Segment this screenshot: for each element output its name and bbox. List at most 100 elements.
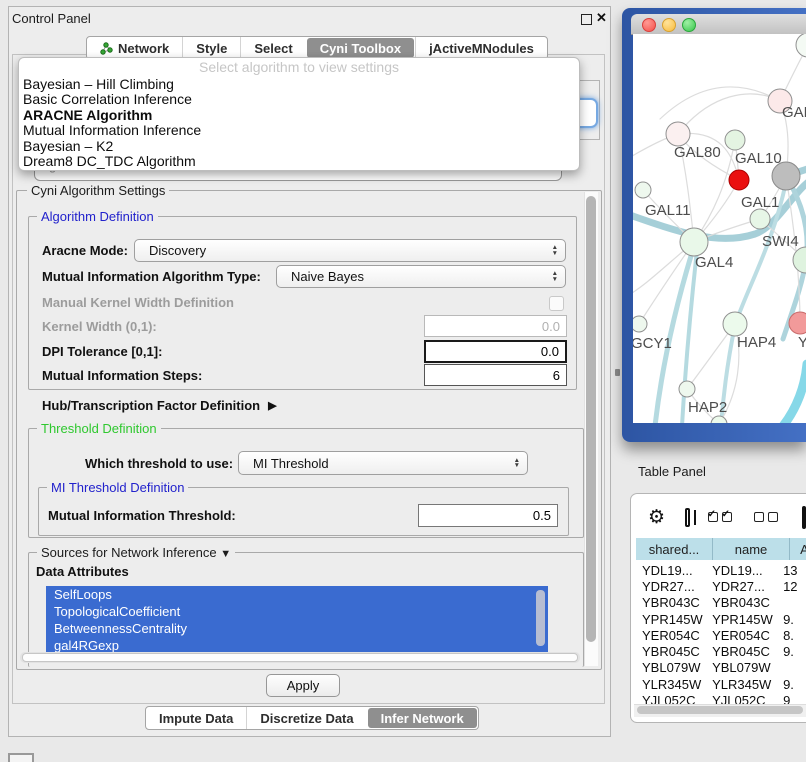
float-window-icon[interactable] bbox=[581, 14, 592, 25]
mi-steps-input[interactable]: 6 bbox=[424, 364, 567, 386]
network-node-gal10[interactable] bbox=[725, 130, 745, 150]
dropdown-item[interactable]: Mutual Information Inference bbox=[19, 123, 579, 138]
table-row[interactable]: YBR043CYBR043C bbox=[636, 595, 806, 611]
close-icon[interactable]: ✕ bbox=[596, 10, 607, 26]
table-hscrollbar-thumb[interactable] bbox=[637, 706, 803, 714]
tab-label: Discretize Data bbox=[260, 711, 353, 726]
network-node-hap4[interactable] bbox=[723, 312, 747, 336]
node-label: GAL bbox=[782, 104, 806, 121]
tab-jactivemnodules[interactable]: jActiveMNodules bbox=[415, 37, 547, 59]
threshold-definition-title: Threshold Definition bbox=[37, 421, 161, 436]
docked-window-icon[interactable] bbox=[8, 753, 34, 762]
network-canvas[interactable]: GALGAL80GAL10GAL11GAL1GAL4SWI4GCY1HAP4YH… bbox=[633, 34, 806, 423]
dropdown-item-list: Bayesian – Hill ClimbingBasic Correlatio… bbox=[19, 77, 579, 169]
node-label: GAL11 bbox=[645, 202, 691, 219]
network-node-gal11[interactable] bbox=[635, 182, 651, 198]
file-icon[interactable] bbox=[802, 506, 806, 529]
dropdown-placeholder: Select algorithm to view settings bbox=[19, 58, 579, 77]
column-header[interactable]: shared... bbox=[636, 538, 713, 560]
dropdown-item[interactable]: ARACNE Algorithm bbox=[19, 108, 579, 123]
cyni-settings-group-title: Cyni Algorithm Settings bbox=[27, 183, 169, 198]
column-header[interactable]: A bbox=[790, 538, 806, 560]
network-node-gal1[interactable] bbox=[750, 209, 770, 229]
which-threshold-value: MI Threshold bbox=[253, 456, 329, 471]
network-node-y[interactable] bbox=[789, 312, 806, 334]
hub-definition-toggle[interactable]: Hub/Transcription Factor Definition ▶ bbox=[42, 396, 277, 414]
settings-hscrollbar-thumb[interactable] bbox=[22, 653, 578, 662]
node-label: SWI4 bbox=[762, 233, 799, 250]
network-node[interactable] bbox=[711, 416, 727, 423]
mi-threshold-input[interactable]: 0.5 bbox=[418, 504, 558, 527]
bottom-tab-impute-data[interactable]: Impute Data bbox=[146, 707, 246, 729]
deselect-all-icon[interactable] bbox=[754, 512, 782, 522]
network-node[interactable] bbox=[729, 170, 749, 190]
table-cell: YPR145W bbox=[636, 612, 707, 627]
sources-group-title[interactable]: Sources for Network Inference ▼ bbox=[37, 545, 235, 560]
bottom-tab-discretize-data[interactable]: Discretize Data bbox=[246, 707, 366, 729]
table-cell: YBL079W bbox=[636, 660, 707, 675]
network-node[interactable] bbox=[796, 34, 806, 57]
tab-cyni-toolbox[interactable]: Cyni Toolbox bbox=[307, 38, 414, 58]
network-node-gal80[interactable] bbox=[666, 122, 690, 146]
mi-algorithm-type-label: Mutual Information Algorithm Type: bbox=[42, 265, 261, 288]
panel-splitter-handle[interactable] bbox=[615, 369, 620, 376]
dropdown-item[interactable]: Bayesian – K2 bbox=[19, 139, 579, 154]
table-row[interactable]: YER054CYER054C8. bbox=[636, 627, 806, 643]
network-node-hap2[interactable] bbox=[679, 381, 695, 397]
column-header[interactable]: name bbox=[713, 538, 790, 560]
network-node-gcy1[interactable] bbox=[633, 316, 647, 332]
attribute-item[interactable]: SelfLoops bbox=[46, 586, 548, 603]
table-row[interactable]: YPR145WYPR145W9. bbox=[636, 611, 806, 627]
columns-icon[interactable] bbox=[685, 508, 690, 527]
select-all-icon[interactable] bbox=[708, 512, 736, 522]
settings-vscrollbar-thumb[interactable] bbox=[586, 196, 596, 642]
tab-select[interactable]: Select bbox=[240, 37, 305, 59]
attribute-item[interactable]: TopologicalCoefficient bbox=[46, 603, 548, 620]
gear-icon[interactable]: ⚙ bbox=[648, 506, 665, 528]
table-row[interactable]: YDL19...YDL19...13 bbox=[636, 562, 806, 578]
bottom-tabbar: Impute Data Discretize Data Infer Network bbox=[145, 706, 479, 730]
table-row[interactable]: YLR345WYLR345W9. bbox=[636, 676, 806, 692]
tab-style[interactable]: Style bbox=[182, 37, 240, 59]
aracne-mode-combo[interactable]: Discovery ▲▼ bbox=[134, 239, 566, 262]
attribute-item[interactable]: BetweennessCentrality bbox=[46, 620, 548, 637]
which-threshold-combo[interactable]: MI Threshold ▲▼ bbox=[238, 451, 528, 475]
aracne-mode-label: Aracne Mode: bbox=[42, 239, 128, 262]
dropdown-item[interactable]: Dream8 DC_TDC Algorithm bbox=[19, 154, 579, 169]
data-attributes-label: Data Attributes bbox=[36, 563, 129, 579]
zoom-traffic-light-icon[interactable] bbox=[682, 18, 696, 32]
manual-kernel-checkbox[interactable] bbox=[549, 296, 564, 311]
network-window-titlebar[interactable] bbox=[631, 14, 806, 35]
tab-network[interactable]: Network bbox=[87, 37, 182, 59]
mi-threshold-group-title: MI Threshold Definition bbox=[47, 480, 188, 495]
table-cell: YER054C bbox=[636, 628, 707, 643]
table-cell: YLR345W bbox=[636, 677, 707, 692]
network-edge bbox=[660, 87, 780, 119]
dpi-tolerance-input[interactable]: 0.0 bbox=[424, 340, 567, 363]
table-cell: YBR045C bbox=[707, 644, 778, 659]
attributes-scrollbar-thumb[interactable] bbox=[536, 590, 545, 646]
table-toolbar: ⚙ bbox=[636, 497, 806, 537]
close-traffic-light-icon[interactable] bbox=[642, 18, 656, 32]
table-cell: 9. bbox=[778, 612, 806, 627]
table-cell: 9. bbox=[778, 677, 806, 692]
apply-button[interactable]: Apply bbox=[266, 674, 340, 697]
minimize-traffic-light-icon[interactable] bbox=[662, 18, 676, 32]
bottom-tab-infer-network[interactable]: Infer Network bbox=[368, 708, 477, 728]
algorithm-definition-title: Algorithm Definition bbox=[37, 209, 158, 224]
table-cell: YDL19... bbox=[636, 563, 707, 578]
screen: Control Panel ✕ NetworkStyleSelectCyni T… bbox=[0, 0, 806, 762]
dropdown-item[interactable]: Basic Correlation Inference bbox=[19, 92, 579, 107]
node-label: GCY1 bbox=[633, 335, 672, 352]
kernel-width-input[interactable]: 0.0 bbox=[424, 315, 567, 337]
mi-algorithm-type-combo[interactable]: Naive Bayes ▲▼ bbox=[276, 265, 566, 288]
network-node-gal4[interactable] bbox=[680, 228, 708, 256]
table-cell: YBL079W bbox=[707, 660, 778, 675]
network-node[interactable] bbox=[772, 162, 800, 190]
kernel-width-label: Kernel Width (0,1): bbox=[42, 315, 157, 337]
table-row[interactable]: YBR045CYBR045C9. bbox=[636, 643, 806, 659]
dropdown-item[interactable]: Bayesian – Hill Climbing bbox=[19, 77, 579, 92]
table-row[interactable]: YDR27...YDR27...12 bbox=[636, 578, 806, 594]
table-cell: 8. bbox=[778, 628, 806, 643]
table-row[interactable]: YBL079WYBL079W bbox=[636, 660, 806, 676]
